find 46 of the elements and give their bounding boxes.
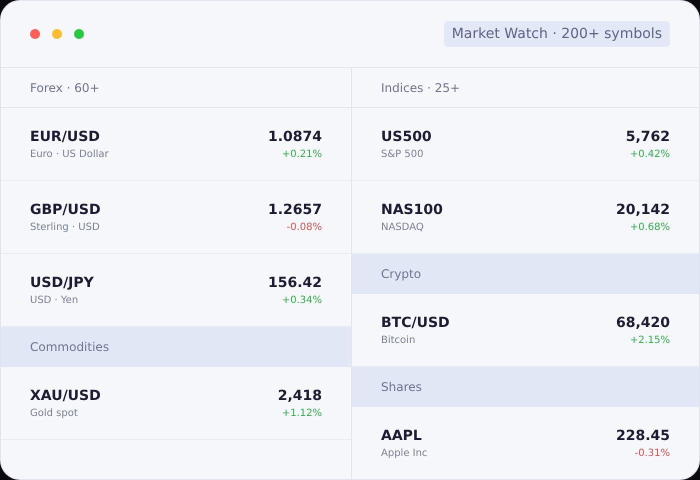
symbol-label: NAS100 <box>381 202 443 218</box>
section-header: Crypto <box>352 254 699 294</box>
price-change: +0.42% <box>630 148 670 160</box>
price-change: +0.21% <box>282 148 322 160</box>
price-value: 20,142 <box>616 202 670 218</box>
price-value: 1.0874 <box>268 128 322 144</box>
quote-row[interactable]: XAU/USD Gold spot 2,418 +1.12% <box>1 367 351 440</box>
symbol-label: US500 <box>381 128 432 144</box>
price-value: 228.45 <box>616 428 670 444</box>
window-title: Market Watch · 200+ symbols <box>444 21 670 47</box>
symbol-label: USD/JPY <box>30 274 94 290</box>
instrument-name: USD · Yen <box>30 294 80 306</box>
price-change: -0.31% <box>634 448 670 458</box>
instrument-name: S&P 500 <box>381 148 424 160</box>
instrument-name: Bitcoin <box>381 334 416 346</box>
price-value: 2,418 <box>278 388 322 404</box>
quote-row[interactable]: GBP/USD Sterling · USD 1.2657 -0.08% <box>1 181 351 254</box>
price-value: 5,762 <box>626 128 670 144</box>
quote-row[interactable]: EUR/USD Euro · US Dollar 1.0874 +0.21% <box>1 108 351 181</box>
section-header: Shares <box>352 367 699 407</box>
price-change: -0.08% <box>286 222 322 232</box>
symbol-label: BTC/USD <box>381 314 450 330</box>
price-change: +2.15% <box>630 334 670 346</box>
price-change: +1.12% <box>282 408 322 418</box>
price-value: 1.2657 <box>268 202 322 218</box>
instrument-name: Euro · US Dollar <box>30 148 109 160</box>
price-change: +0.34% <box>282 294 322 306</box>
symbol-label: GBP/USD <box>30 202 101 218</box>
window-control-dot[interactable] <box>74 29 84 39</box>
instrument-name: Apple Inc <box>381 448 428 458</box>
instrument-name: Sterling · USD <box>30 222 101 232</box>
quote-row[interactable]: US500 S&P 500 5,762 +0.42% <box>352 108 699 181</box>
instrument-name: NASDAQ <box>381 222 425 232</box>
section-header: Forex · 60+ <box>1 68 351 108</box>
price-value: 68,420 <box>616 314 670 330</box>
section-header: Indices · 25+ <box>352 68 699 108</box>
symbol-label: EUR/USD <box>30 128 101 144</box>
price-change: +0.68% <box>630 222 670 232</box>
symbol-label: XAU/USD <box>30 388 101 404</box>
window-control-dot[interactable] <box>30 29 40 39</box>
instrument-name: Gold spot <box>30 408 79 418</box>
window-control-dot[interactable] <box>52 29 62 39</box>
symbol-label: AAPL <box>381 428 423 444</box>
price-value: 156.42 <box>268 274 322 290</box>
quote-row[interactable]: AAPL Apple Inc 228.45 -0.31% <box>352 407 699 479</box>
section-header: Commodities <box>1 327 351 367</box>
